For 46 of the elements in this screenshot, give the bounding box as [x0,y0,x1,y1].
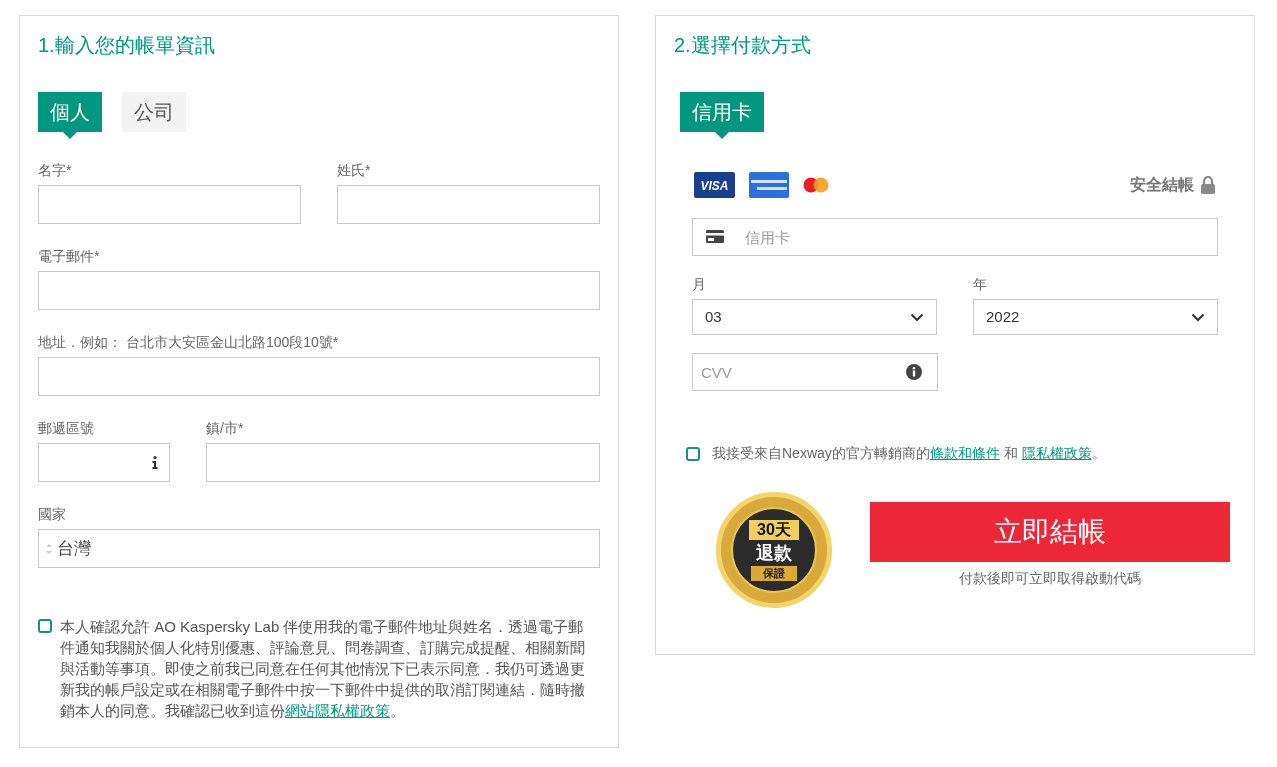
seal-days: 30天 [749,519,799,540]
visa-logo-icon: VISA [694,172,735,198]
field-label: 地址．例如： 台北市大安區金山北路100段10號* [38,333,340,352]
section-title: 2.選擇付款方式 [674,33,812,58]
tab-pointer [715,132,729,139]
card-number-field[interactable]: 信用卡 [692,218,1218,256]
field-label: 年 [973,275,988,294]
field-label: 電子郵件* [38,247,101,266]
section-title: 1.輸入您的帳單資訊 [38,33,216,58]
field-label: 月 [692,275,707,294]
seal-guarantee: 保證 [751,565,797,581]
field-label: 鎮/市* [206,419,245,438]
country-select[interactable]: 台灣 [38,529,600,568]
mastercard-logo-icon [803,177,829,193]
input-field[interactable] [38,357,600,396]
terms-text: 我接受來自Nexway的官方轉銷商的條款和條件 和 隱私權政策。 [712,444,1106,463]
tab[interactable]: 公司 [122,92,186,132]
field-label: 國家 [38,505,67,524]
input-field[interactable] [206,443,600,482]
checkout-button[interactable]: 立即結帳 [870,502,1230,562]
info-icon [906,364,922,380]
checkbox[interactable] [38,619,52,633]
checkbox[interactable] [686,446,700,461]
activation-note: 付款後即可立即取得啟動代碼 [959,569,1141,588]
field-label: 郵遞區號 [38,419,95,438]
terms-link[interactable]: 條款和條件 [929,445,1000,461]
chevron-down-icon [910,312,924,322]
input-field[interactable] [38,185,301,224]
seal-refund: 退款 [756,541,792,565]
input-field[interactable] [38,271,600,310]
credit-card-icon [706,230,724,243]
consent-text: 本人確認允許 AO Kaspersky Lab 伴使用我的電子郵件地址與姓名．透過電子郵件通知我關於個人化特別優惠、評論意見、問卷調查、訂購完成提醒、相關新聞與活動等事項。即使之前我已同意在任何其他情況下已表示同意．我仍可透過更新我的帳戶設定或在相關電子郵件中按一下郵件中提供的取消訂閱連結．隨時撤銷本人的同意。我確認已收到這份網站隱私權政策。 [60,617,586,721]
dropdown[interactable]: 2022 [973,299,1218,335]
tab-pointer [63,132,77,139]
privacy-policy-link[interactable]: 隱私權政策 [1021,445,1092,461]
privacy-policy-link[interactable]: 網站隱私權政策 [285,702,390,719]
secure-checkout-label: 安全結帳 [1130,175,1194,195]
input-field[interactable] [337,185,600,224]
info-icon [152,456,158,469]
chevron-down-icon [1191,312,1205,322]
field-label: 名字* [38,161,73,180]
input-field[interactable] [38,443,170,482]
field-label: 姓氏* [337,161,372,180]
dropdown[interactable]: 03 [692,299,937,335]
cvv-field[interactable]: CVV [692,353,938,391]
lock-icon [1200,176,1216,194]
